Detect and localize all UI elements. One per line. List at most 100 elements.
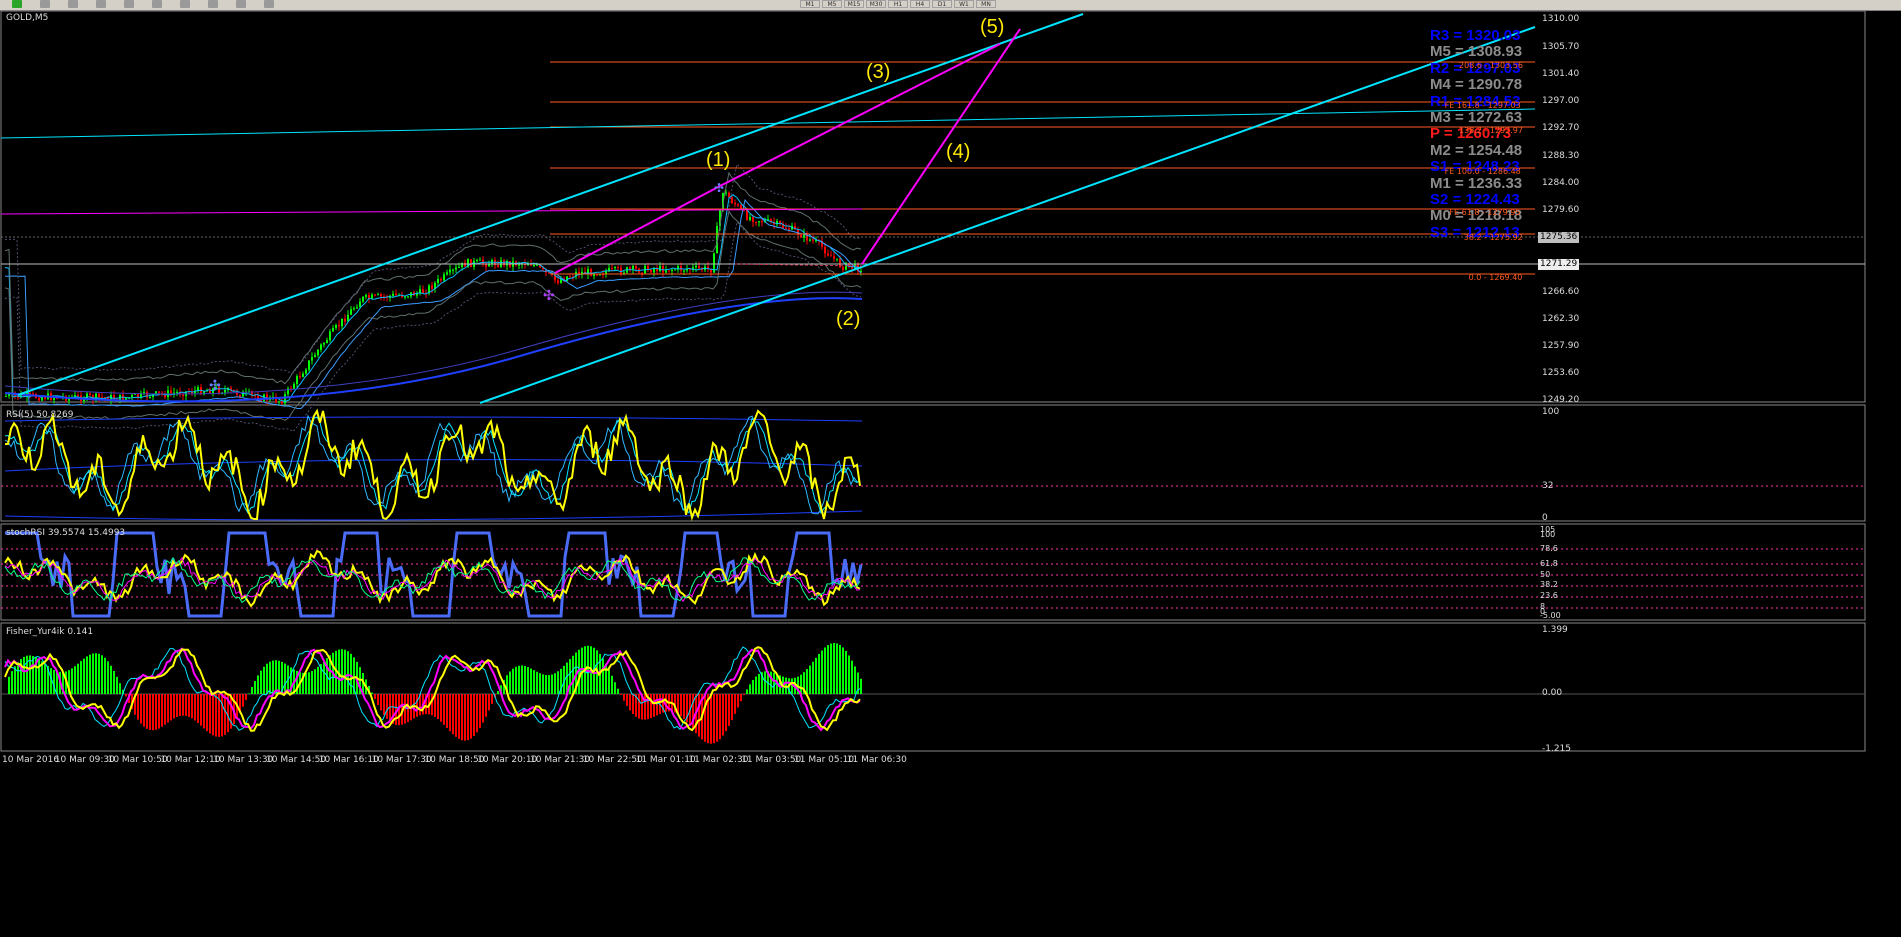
fisher-bar: [86, 656, 88, 694]
fisher-bar: [248, 693, 250, 694]
fib-level-label: FE 61.8 - 1279.95: [1449, 208, 1521, 217]
fisher-bar: [182, 694, 184, 716]
fisher-bar: [464, 694, 466, 741]
fisher-bar: [527, 667, 529, 694]
fisher-bar: [137, 694, 139, 720]
fisher-bar: [629, 694, 631, 711]
fisher-bar: [479, 694, 481, 728]
timeframe-m5-button[interactable]: M5: [822, 0, 842, 8]
favorites-icon[interactable]: [68, 0, 78, 8]
template-icon[interactable]: [264, 0, 274, 8]
timeframe-m15-button[interactable]: M15: [844, 0, 864, 8]
fisher-bar: [278, 660, 280, 694]
rsi-lower-band: [4, 510, 863, 521]
candle-body: [635, 265, 637, 269]
bollinger-lower: [4, 210, 862, 421]
fisher-axis-tick: -1.215: [1542, 744, 1572, 754]
time-axis-label: 11 Mar 02:30: [688, 755, 749, 765]
candle-body: [371, 294, 373, 299]
fisher-bar: [722, 694, 724, 736]
fisher-bar: [146, 694, 148, 729]
fisher-bar: [734, 694, 736, 714]
fisher-bar: [521, 665, 523, 694]
fib-level-label: 208.6 - 1303.56: [1459, 61, 1523, 70]
stochrsi-axis-tick: 61.8: [1540, 559, 1558, 568]
timeframe-mn-button[interactable]: MN: [976, 0, 996, 8]
stochrsi-axis-tick: 23.6: [1540, 591, 1558, 600]
price-tick-label: 1292.70: [1542, 123, 1580, 133]
fisher-bar: [842, 647, 844, 694]
fisher-bar: [518, 665, 520, 694]
fisher-bar: [656, 694, 658, 716]
stochrsi-axis-tick: 78.6: [1540, 544, 1558, 553]
pivot-level-label: M5 = 1308.93: [1430, 43, 1523, 61]
price-tick-label: 1279.60: [1542, 205, 1580, 215]
candle-body: [557, 280, 559, 283]
indicators-icon[interactable]: [208, 0, 218, 8]
candle-body: [29, 392, 31, 394]
candle-body: [239, 394, 241, 397]
candle-body: [143, 391, 145, 393]
fisher-bar: [644, 694, 646, 720]
timeframe-d1-button[interactable]: D1: [932, 0, 952, 8]
candle-body: [746, 210, 748, 220]
timeframe-w1-button[interactable]: W1: [954, 0, 974, 8]
fisher-bar: [791, 678, 793, 694]
fisher-bar: [269, 661, 271, 694]
add-chart-icon[interactable]: [40, 0, 50, 8]
candle-body: [98, 393, 100, 398]
candle-body: [614, 266, 616, 269]
fisher-bar: [308, 672, 310, 694]
profiles-icon[interactable]: [96, 0, 106, 8]
fisher-bar: [200, 694, 202, 726]
candle-body: [317, 349, 319, 356]
fisher-bar: [158, 694, 160, 729]
fib-level-label: FE 161.8 - 1297.03: [1444, 101, 1521, 110]
candle-body: [620, 267, 622, 274]
timeframe-h4-button[interactable]: H4: [910, 0, 930, 8]
new-order-icon[interactable]: [12, 0, 22, 8]
fisher-bar: [443, 694, 445, 725]
main-pane-frame: [0, 11, 1866, 403]
fisher-bar: [800, 674, 802, 694]
fisher-bar: [623, 694, 625, 701]
zoom-in-icon[interactable]: [124, 0, 134, 8]
fisher-bar: [482, 694, 484, 723]
fisher-bar: [8, 676, 10, 694]
timeframe-h1-button[interactable]: H1: [888, 0, 908, 8]
candle-body: [452, 269, 454, 271]
fisher-bar: [89, 654, 91, 694]
candle-body: [380, 294, 382, 297]
price-candles: [5, 189, 862, 407]
period-icon[interactable]: [236, 0, 246, 8]
candle-body: [530, 264, 532, 266]
zoom-out-icon[interactable]: [152, 0, 162, 8]
fisher-bar: [143, 694, 145, 727]
candle-body: [749, 216, 751, 220]
fisher-bar: [395, 694, 397, 725]
price-tick-label: 1297.00: [1542, 96, 1580, 106]
fisher-bar: [497, 691, 499, 694]
wave-label-2: (2): [836, 308, 861, 330]
fisher-bar: [305, 672, 307, 694]
candle-body: [329, 331, 331, 341]
fisher-bar: [680, 694, 682, 717]
fisher-bar: [467, 694, 469, 741]
crosshair-icon[interactable]: [180, 0, 190, 8]
candle-body: [311, 357, 313, 361]
stochrsi-axis-tick: 100: [1540, 530, 1556, 539]
candle-body: [698, 265, 700, 269]
buy-arrow-marker: ✣: [209, 378, 221, 394]
fisher-bar: [23, 656, 25, 694]
fisher-bar: [551, 674, 553, 694]
chart-area[interactable]: ✣ ✣ ✣ GOLD,M5 RSI(5) 50.8269 stochRSI 39.5…: [0, 11, 1901, 918]
fisher-bar: [101, 655, 103, 694]
main-pane-title: GOLD,M5: [6, 13, 49, 23]
timeframe-m30-button[interactable]: M30: [866, 0, 886, 8]
time-axis-label: 11 Mar 05:10: [794, 755, 855, 765]
stochrsi-axis-tick: 38.2: [1540, 580, 1558, 589]
candle-body: [299, 376, 301, 378]
fisher-bar: [188, 694, 190, 717]
timeframe-m1-button[interactable]: M1: [800, 0, 820, 8]
fisher-bar: [74, 666, 76, 694]
